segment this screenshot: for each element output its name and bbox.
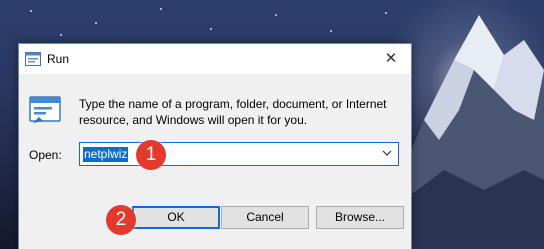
cancel-button[interactable]: Cancel [221,206,309,229]
step-1-badge: 1 [136,140,166,170]
window-title: Run [47,52,70,66]
chevron-down-icon[interactable] [378,145,396,163]
open-input-value[interactable]: netplwiz [83,147,129,162]
open-input[interactable]: netplwiz [79,142,399,166]
ok-button[interactable]: OK [132,206,220,229]
dialog-description: Type the name of a program, folder, docu… [79,97,387,127]
close-icon: ✕ [384,50,398,67]
close-button[interactable]: ✕ [371,44,411,74]
open-label: Open: [29,148,62,162]
run-icon [25,52,41,66]
browse-button[interactable]: Browse... [316,206,404,229]
title-bar: Run ✕ [19,44,411,74]
step-2-badge: 2 [106,205,136,235]
run-program-icon [29,96,61,123]
run-dialog: Run ✕ Type the name of a program, folder… [18,43,412,249]
